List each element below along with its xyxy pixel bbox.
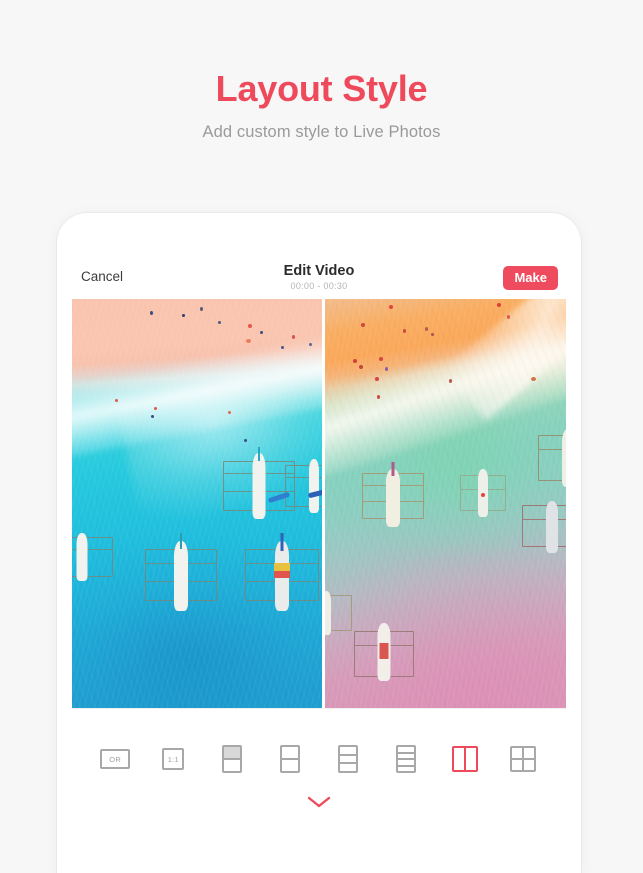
swimmer bbox=[151, 415, 154, 418]
beach-person bbox=[260, 331, 263, 334]
layout-style-toolbar: OR 1:1 bbox=[72, 708, 566, 829]
boat bbox=[284, 457, 322, 519]
navbar-center: Edit Video 00:00 - 00:30 bbox=[72, 263, 566, 292]
layout-grid-2x2-icon bbox=[509, 746, 536, 772]
beach-person bbox=[507, 315, 510, 319]
boat bbox=[325, 589, 353, 639]
layout-split-2-shaded-icon bbox=[221, 745, 242, 773]
beach-person bbox=[425, 327, 428, 331]
beach-person bbox=[389, 305, 393, 309]
layout-options-row: OR 1:1 bbox=[72, 743, 566, 775]
beach-person bbox=[431, 333, 434, 336]
boat bbox=[361, 462, 425, 529]
phone-mockup: Cancel Edit Video 00:00 - 00:30 Make OR … bbox=[57, 213, 581, 873]
app-navbar: Cancel Edit Video 00:00 - 00:30 Make bbox=[72, 258, 566, 299]
layout-rows-3[interactable] bbox=[332, 743, 364, 775]
layout-square-icon: 1:1 bbox=[162, 748, 185, 770]
beach-person bbox=[353, 359, 357, 363]
boat bbox=[537, 427, 566, 493]
boat bbox=[244, 533, 320, 615]
layout-rows-4-icon bbox=[396, 745, 417, 773]
layout-rows-4[interactable] bbox=[390, 743, 422, 775]
beach-person bbox=[377, 395, 380, 399]
layout-square-label: 1:1 bbox=[167, 754, 180, 764]
beach-person bbox=[200, 307, 203, 311]
swimmer bbox=[228, 411, 231, 414]
time-range-label: 00:00 - 00:30 bbox=[290, 281, 348, 291]
beach-person bbox=[292, 335, 295, 339]
beach-person bbox=[150, 311, 153, 315]
boat bbox=[521, 499, 566, 557]
boat bbox=[459, 467, 507, 521]
beach-person bbox=[246, 339, 251, 343]
layout-cols-2[interactable] bbox=[449, 743, 481, 775]
page-title: Layout Style bbox=[215, 68, 428, 109]
boat bbox=[144, 533, 218, 615]
beach-person bbox=[385, 367, 388, 371]
layout-rows-2-icon bbox=[279, 745, 300, 773]
preview-pane-left[interactable] bbox=[72, 299, 322, 708]
photo-preview-canvas[interactable] bbox=[72, 299, 566, 708]
collapse-panel-button[interactable] bbox=[72, 795, 566, 813]
beach-person bbox=[248, 324, 252, 328]
screen-title: Edit Video bbox=[283, 263, 355, 279]
beach-person bbox=[218, 321, 221, 324]
promo-header: Layout Style Add custom style to Live Ph… bbox=[0, 0, 643, 142]
swimmer bbox=[154, 407, 157, 410]
layout-original-label: OR bbox=[109, 754, 122, 764]
beach-person bbox=[403, 329, 406, 333]
layout-rows-2[interactable] bbox=[274, 743, 306, 775]
beach-person bbox=[281, 346, 284, 349]
swimmer bbox=[115, 399, 118, 402]
layout-rows-3-icon bbox=[338, 745, 359, 773]
make-button[interactable]: Make bbox=[503, 266, 558, 290]
beach-person bbox=[375, 377, 379, 381]
beach-person bbox=[379, 357, 383, 361]
layout-cols-2-icon-selected bbox=[451, 746, 478, 772]
boat bbox=[353, 621, 415, 685]
beach-person bbox=[497, 303, 501, 307]
swimmer bbox=[244, 439, 247, 442]
layout-square[interactable]: 1:1 bbox=[157, 743, 189, 775]
layout-original[interactable]: OR bbox=[99, 743, 131, 775]
swimmer bbox=[531, 377, 536, 381]
beach-person bbox=[449, 379, 452, 383]
preview-pane-right[interactable] bbox=[325, 299, 566, 708]
layout-split-2-shaded[interactable] bbox=[216, 743, 248, 775]
chevron-down-icon bbox=[307, 796, 331, 808]
boat bbox=[72, 531, 114, 587]
page-subtitle: Add custom style to Live Photos bbox=[202, 123, 441, 141]
layout-grid-2x2[interactable] bbox=[507, 743, 539, 775]
app-screen: Cancel Edit Video 00:00 - 00:30 Make OR … bbox=[72, 258, 566, 873]
beach-person bbox=[361, 323, 365, 327]
beach-person bbox=[359, 365, 363, 369]
layout-original-icon: OR bbox=[100, 749, 131, 769]
beach-person bbox=[309, 343, 312, 346]
beach-person bbox=[182, 314, 185, 317]
